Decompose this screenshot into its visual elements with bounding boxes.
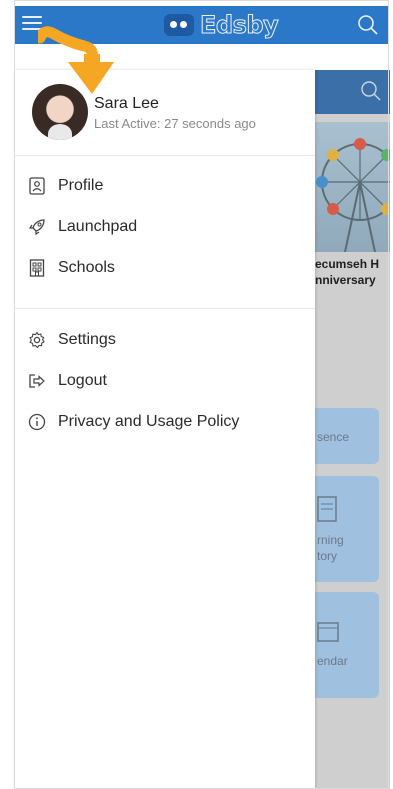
info-icon (28, 413, 46, 431)
gear-icon (28, 331, 46, 349)
card-label: rning tory (317, 533, 344, 563)
search-icon[interactable] (357, 14, 379, 41)
owl-logo-icon (164, 14, 194, 36)
document-icon (317, 496, 337, 522)
caption-line-2: nniversary (315, 273, 376, 287)
logout-icon (28, 372, 46, 390)
menu-item-label: Schools (58, 258, 115, 276)
card-label: endar (317, 654, 348, 668)
background-card-learning-story: rning tory (315, 476, 379, 582)
brand-logo: Edsby (164, 11, 279, 40)
menu-item-label: Profile (58, 176, 104, 194)
menu-item-label: Logout (58, 371, 107, 389)
avatar (32, 84, 88, 140)
menu-item-privacy-policy[interactable]: Privacy and Usage Policy (14, 401, 315, 442)
hamburger-menu-icon[interactable] (22, 15, 42, 31)
drawer-menu-secondary: Settings Logout Privacy and Usage Policy (14, 308, 315, 442)
menu-item-label: Privacy and Usage Policy (58, 412, 240, 430)
card-label: sence (317, 430, 350, 444)
search-icon (360, 80, 382, 107)
user-profile-header[interactable]: Sara Lee Last Active: 27 seconds ago (14, 70, 315, 156)
rocket-icon (28, 218, 46, 236)
caption-line-1: ecumseh H (315, 257, 380, 271)
last-active-status: Last Active: 27 seconds ago (94, 116, 256, 131)
app-top-bar: Edsby (14, 6, 389, 44)
ferris-wheel-image (315, 122, 390, 252)
menu-item-schools[interactable]: Schools (14, 247, 315, 288)
menu-item-settings[interactable]: Settings (14, 319, 315, 360)
menu-item-profile[interactable]: Profile (14, 165, 315, 206)
building-icon (28, 258, 46, 277)
navigation-drawer: Sara Lee Last Active: 27 seconds ago Pro… (14, 70, 315, 789)
menu-item-label: Settings (58, 330, 116, 348)
background-card-calendar: endar (315, 592, 379, 698)
background-card-absence: sence (315, 408, 379, 464)
menu-item-launchpad[interactable]: Launchpad (14, 206, 315, 247)
menu-item-label: Launchpad (58, 217, 138, 235)
menu-item-logout[interactable]: Logout (14, 360, 315, 401)
brand-name: Edsby (199, 11, 279, 40)
background-caption: ecumseh H nniversary (315, 256, 390, 288)
calendar-icon (317, 622, 339, 642)
profile-card-icon (28, 176, 46, 195)
background-content: ecumseh H nniversary sence rning tory en… (315, 70, 390, 789)
user-name: Sara Lee (94, 95, 159, 112)
drawer-menu-primary: Profile Launchpad Schools (14, 165, 315, 288)
